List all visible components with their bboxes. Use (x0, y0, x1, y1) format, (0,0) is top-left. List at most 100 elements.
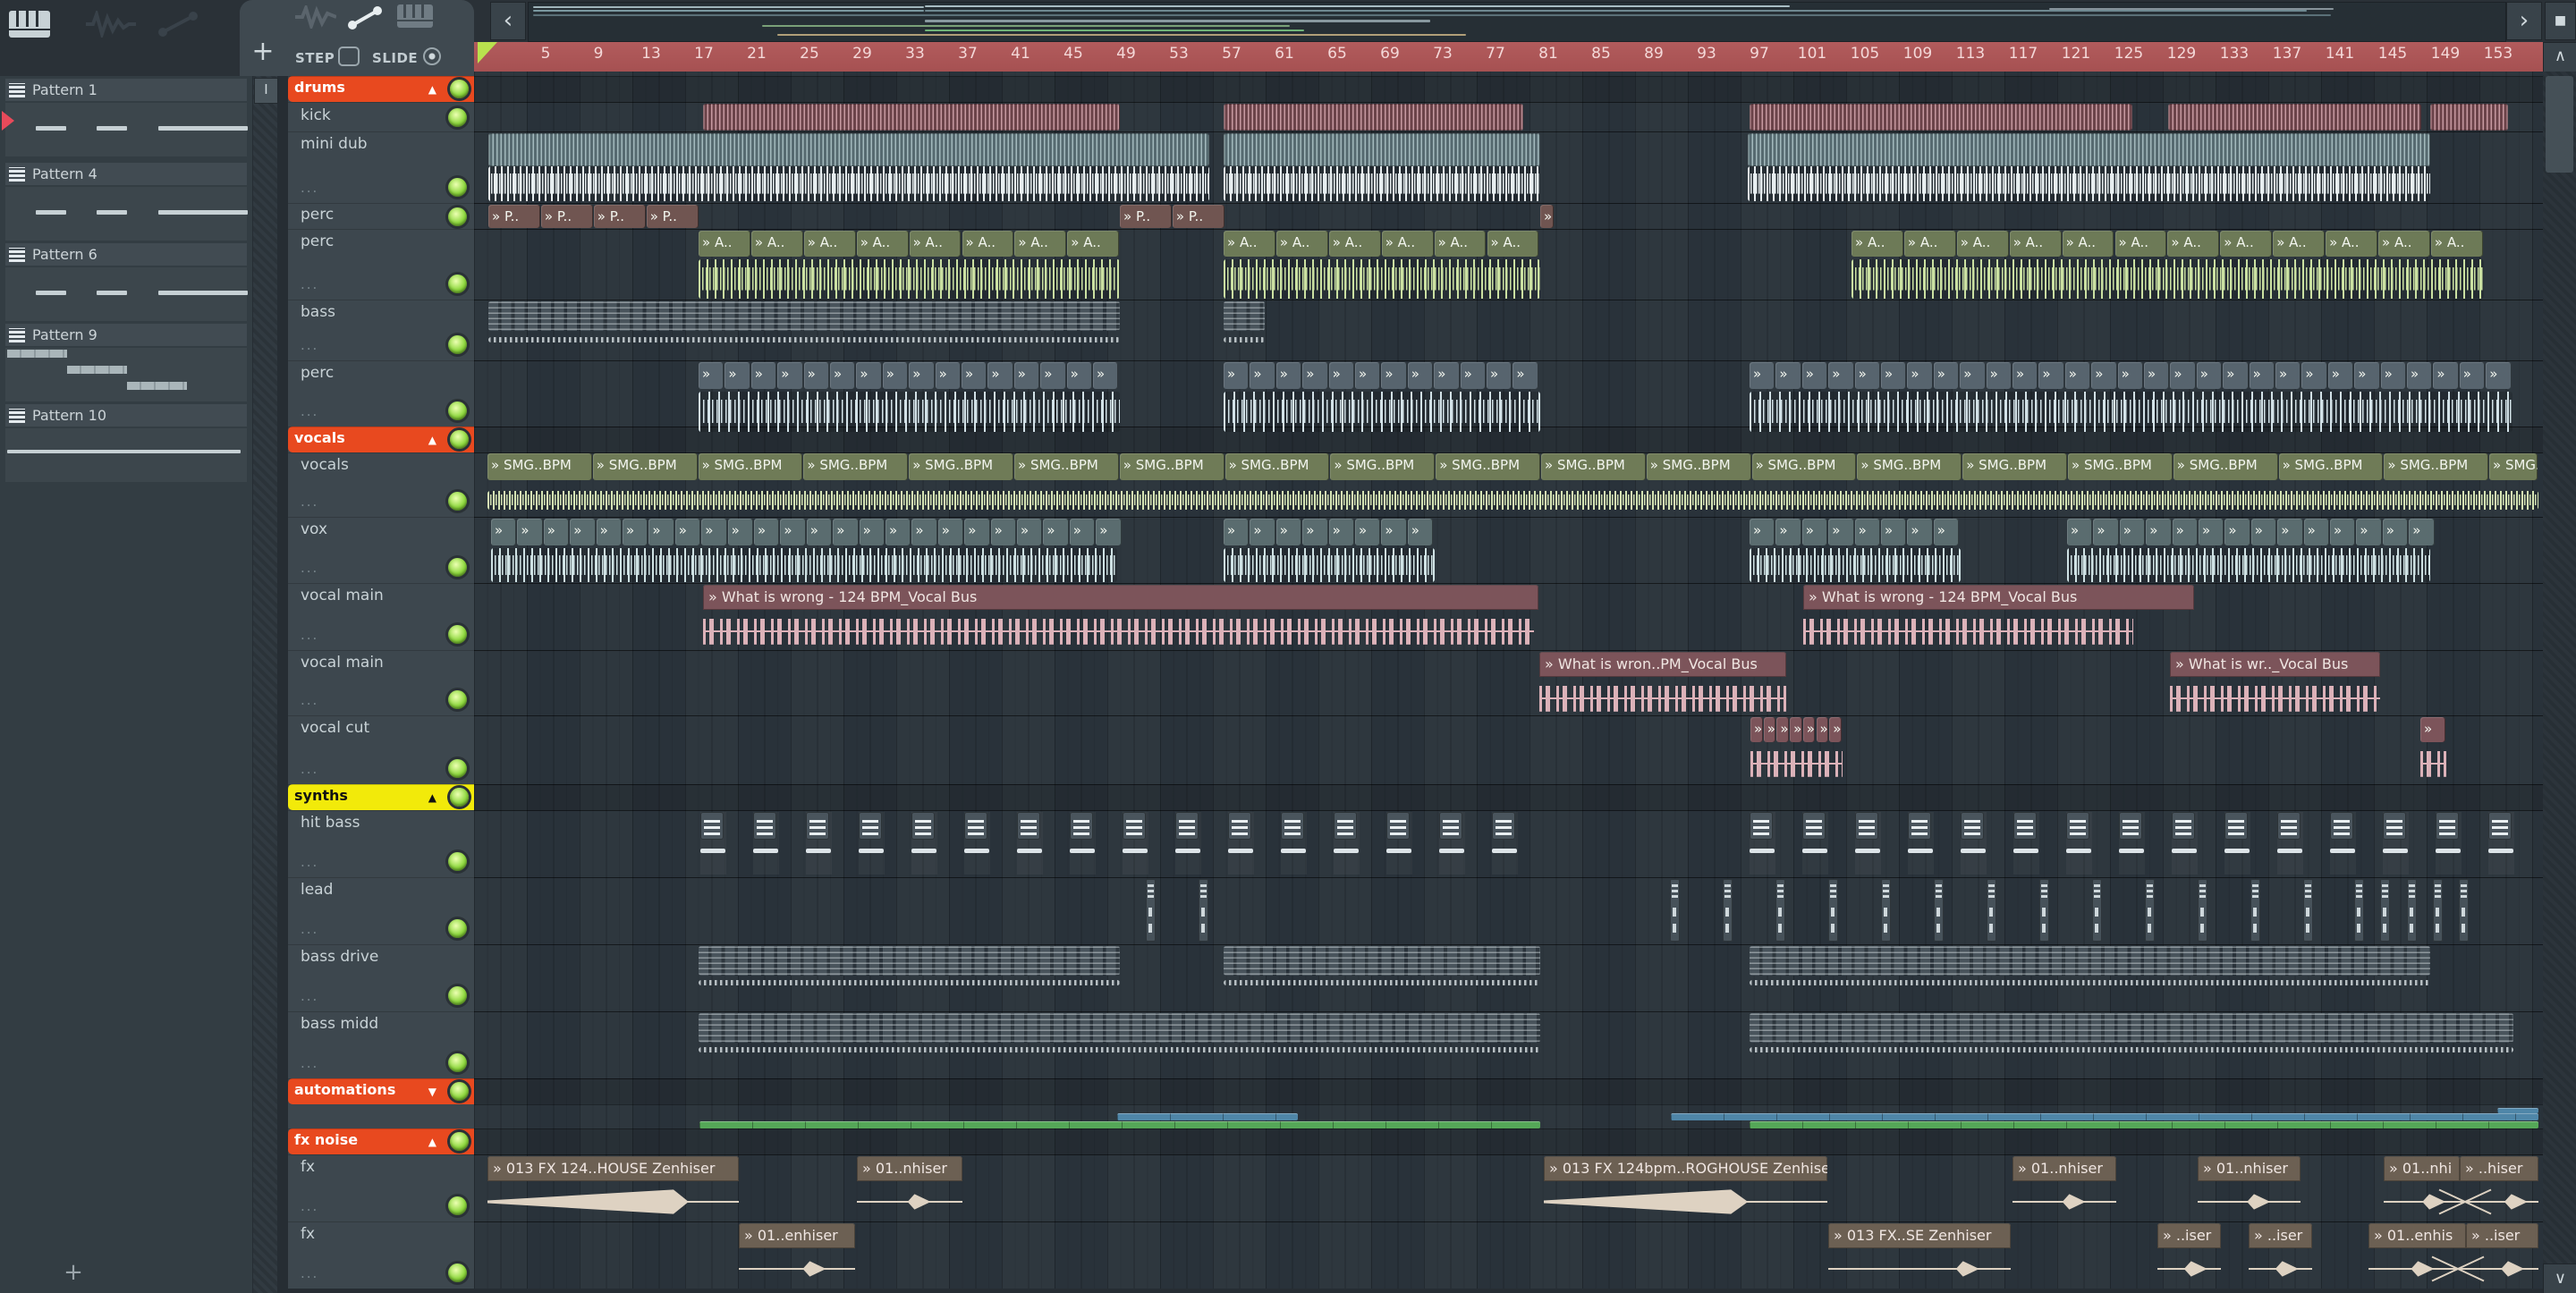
audio-clip-cell[interactable]: » P.. (593, 205, 646, 228)
track-mute-led[interactable] (448, 178, 467, 197)
pattern-clip-hit-bass[interactable] (753, 812, 779, 875)
audio-clip-cell[interactable]: » (2433, 362, 2459, 389)
audio-clip-cell[interactable]: » (648, 519, 674, 545)
pattern-item[interactable]: Pattern 1 (0, 79, 252, 159)
audio-clip-cell[interactable]: » (2064, 362, 2091, 389)
pattern-clip-lead[interactable] (2039, 879, 2049, 942)
pattern-clip-notes[interactable] (1750, 1047, 2513, 1052)
audio-clip-cell[interactable]: » (2012, 362, 2038, 389)
audio-clip-cell[interactable]: » (2170, 362, 2196, 389)
vocal-waveform[interactable] (2170, 680, 2380, 716)
track-mute-led[interactable] (448, 986, 467, 1005)
track-row-kick[interactable]: kick (288, 102, 474, 131)
vocal-waveform[interactable] (1803, 613, 2133, 649)
fx-hit-waveform[interactable] (739, 1253, 855, 1285)
pattern-clip-blocks[interactable] (699, 946, 1120, 976)
audio-clip-cell[interactable]: » (1907, 362, 1933, 389)
clip-name-bar[interactable]: » 01..nhi (2384, 1156, 2460, 1181)
audio-clip-cell[interactable]: » (964, 519, 990, 545)
audio-clip-cell[interactable]: » (1040, 362, 1066, 389)
pattern-clip-hit-bass[interactable] (2013, 812, 2039, 875)
audio-clip-cell[interactable]: » (1434, 362, 1460, 389)
pattern-clip-hit-bass[interactable] (1908, 812, 1934, 875)
audio-clip-waveform[interactable] (1224, 259, 1540, 299)
audio-clip-cell[interactable]: » (2380, 362, 2406, 389)
audio-clip-cell[interactable]: » (517, 519, 543, 545)
audio-clip-cell[interactable]: » (2224, 519, 2250, 545)
audio-clip-cell[interactable]: » (674, 519, 701, 545)
pattern-clip-hit-bass[interactable] (964, 812, 990, 875)
audio-clip-cell[interactable]: » (2486, 362, 2512, 389)
audio-clip-waveform[interactable] (1748, 166, 2430, 201)
fx-hit-waveform[interactable] (2012, 1186, 2116, 1218)
audio-clip-cell[interactable]: » A.. (699, 231, 750, 257)
track-mute-led[interactable] (448, 492, 467, 511)
audio-clip-cell[interactable]: » SMG..BPM (1014, 453, 1119, 480)
step-toggle[interactable] (338, 46, 360, 66)
timeline-ruler[interactable]: 5 9 13 17 21 25 29 33 37 41 45 49 53 57 61 65 69 73 77 81 85… (474, 42, 2543, 73)
audio-clip-cell[interactable]: » A.. (1852, 231, 1903, 257)
audio-clip-cell[interactable]: » (754, 519, 780, 545)
audio-clip-cell[interactable]: » (1881, 362, 1907, 389)
track-row-fx[interactable]: fx... (288, 1221, 474, 1289)
audio-clip-cell[interactable]: » (2356, 519, 2382, 545)
audio-clip-cell[interactable]: » (780, 519, 806, 545)
audio-clip-waveform[interactable] (1224, 166, 1540, 201)
audio-clip-cell[interactable]: » A.. (1328, 231, 1381, 257)
audio-clip-cell[interactable]: » (1013, 362, 1040, 389)
pattern-clip-lead[interactable] (2459, 879, 2469, 942)
audio-clip-cell[interactable]: » (2144, 362, 2170, 389)
audio-clip[interactable] (1224, 133, 1540, 166)
pattern-item-header[interactable]: Pattern 1 (5, 79, 247, 101)
audio-clip-waveform[interactable] (699, 259, 1120, 299)
pattern-clip-lead[interactable] (1199, 879, 1208, 942)
playhead-marker[interactable] (478, 42, 497, 63)
clip-name-bar[interactable]: » 01..nhiser (2012, 1156, 2116, 1181)
pattern-clip-lead[interactable] (2092, 879, 2102, 942)
pattern-clip-lead[interactable] (2303, 879, 2313, 942)
clip-name-bar[interactable]: » What is wrong - 124 BPM_Vocal Bus (1803, 585, 2194, 610)
audio-clip-waveform[interactable] (1852, 259, 2484, 299)
audio-clip[interactable] (488, 133, 1209, 166)
audio-clip[interactable] (1748, 133, 2430, 166)
keyboard-mode-icon[interactable] (397, 4, 433, 28)
pattern-clip-lead[interactable] (2198, 879, 2207, 942)
audio-clip-cell[interactable]: » (1907, 519, 1933, 545)
audio-clip-cell[interactable]: » SMG..BPM (1646, 453, 1751, 480)
pattern-clip-hit-bass[interactable] (1281, 812, 1307, 875)
audio-clip-cell[interactable]: » A.. (1487, 231, 1539, 257)
fx-hit-waveform[interactable] (2198, 1186, 2301, 1218)
audio-clip-cell[interactable]: » (2330, 519, 2356, 545)
clip-name-bar[interactable]: » ..hiser (2460, 1156, 2538, 1181)
audio-clip-cell[interactable]: » SMG..BPM (1330, 453, 1436, 480)
audio-clip-cell[interactable]: » (750, 362, 777, 389)
group-mute-led[interactable] (450, 430, 469, 449)
pattern-clip-lead[interactable] (2145, 879, 2155, 942)
slide-link-icon[interactable] (345, 4, 385, 30)
fx-crossfade-waveform[interactable] (2368, 1253, 2538, 1285)
pattern-clip-blocks[interactable] (1224, 946, 1540, 976)
pattern-clip-lead[interactable] (2407, 879, 2417, 942)
vocal-waveform[interactable] (1750, 746, 1843, 782)
audio-clip-cell[interactable]: » A.. (2378, 231, 2430, 257)
audio-clip-cell[interactable]: » (1355, 362, 1381, 389)
audio-clip-cell[interactable]: » (2420, 717, 2445, 742)
audio-clip-cell[interactable]: » (962, 362, 987, 389)
audio-clip-cell[interactable]: » (1250, 519, 1275, 545)
track-row-fx[interactable]: fx... (288, 1154, 474, 1221)
audio-clip-cell[interactable]: » A.. (750, 231, 803, 257)
audio-clip-cell[interactable]: » (856, 362, 882, 389)
group-collapse-icon[interactable]: ▲ (428, 791, 436, 804)
audio-clip-cell[interactable]: » SMG..BPM (1436, 453, 1540, 480)
pattern-clip-hit-bass[interactable] (859, 812, 885, 875)
audio-clip-cell[interactable]: » SMG..BPM (2384, 453, 2489, 480)
audio-clip-waveform[interactable] (1224, 548, 1435, 582)
audio-clip-cell[interactable]: » SMG..BPM (1224, 453, 1330, 480)
pattern-clip-notes[interactable] (1224, 980, 1540, 985)
pattern-clip-lead[interactable] (2354, 879, 2364, 942)
pattern-clip-lead[interactable] (1146, 879, 1156, 942)
audio-clip-cell[interactable]: » A.. (1275, 231, 1328, 257)
audio-clip-cell[interactable]: » (1275, 519, 1302, 545)
audio-clip-cell[interactable]: » A.. (1956, 231, 2009, 257)
vertical-scrollbar-thumb[interactable] (2546, 76, 2573, 173)
